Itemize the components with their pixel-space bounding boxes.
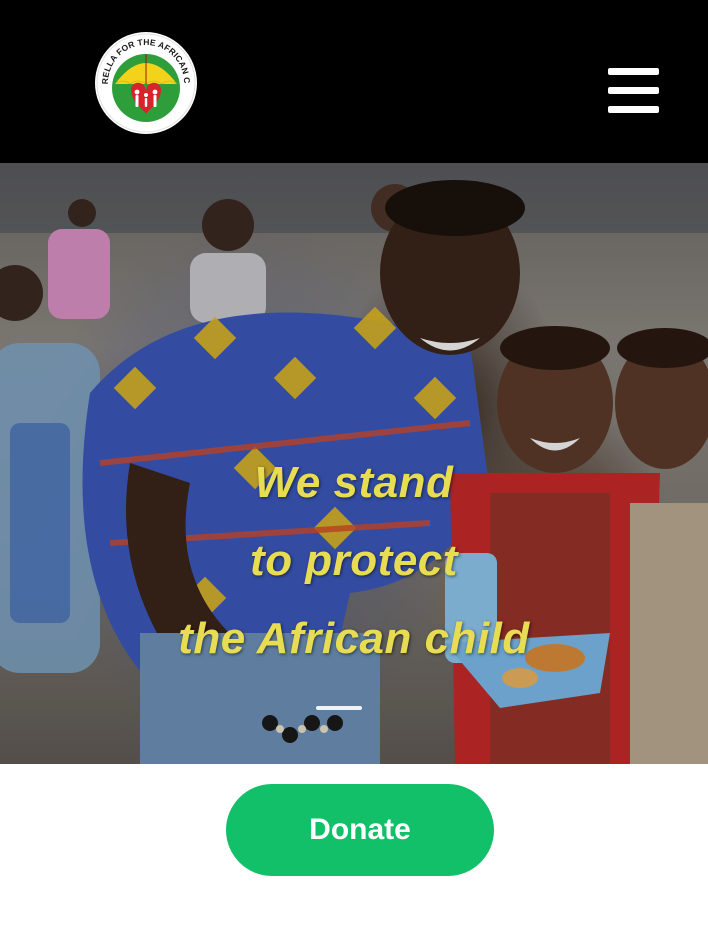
organization-logo[interactable]: UMBRELLA FOR THE AFRICAN CHILD xyxy=(95,32,197,134)
carousel-slide-indicator[interactable] xyxy=(316,706,362,710)
hamburger-menu-icon[interactable] xyxy=(602,62,664,120)
hero-headline-line1: We stand xyxy=(254,458,454,507)
umbrella-logo-icon: UMBRELLA FOR THE AFRICAN CHILD xyxy=(95,32,196,133)
menu-bar xyxy=(608,68,659,75)
hero-headline-line3: the African child xyxy=(178,614,530,663)
top-header: UMBRELLA FOR THE AFRICAN CHILD xyxy=(0,0,708,163)
menu-bar xyxy=(608,87,659,94)
donate-button[interactable]: Donate xyxy=(226,784,494,876)
menu-bar xyxy=(608,106,659,113)
hero-headline-line2: to protect xyxy=(250,536,458,585)
hero-carousel[interactable]: We stand to protect the African child xyxy=(0,163,708,764)
